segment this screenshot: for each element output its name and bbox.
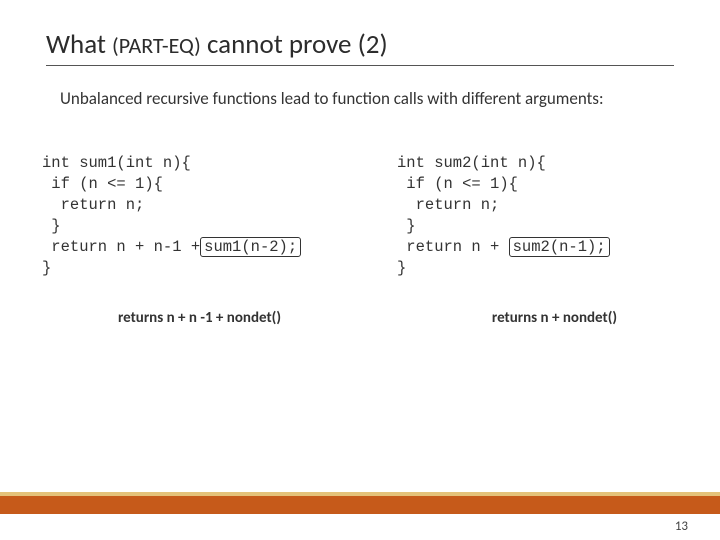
code-right-l1: int sum2(int n){ (397, 154, 546, 172)
code-left-l3: return n; (42, 196, 144, 214)
code-columns: int sum1(int n){ if (n <= 1){ return n; … (42, 153, 712, 279)
title-part-a: What (46, 28, 112, 61)
code-right: int sum2(int n){ if (n <= 1){ return n; … (397, 153, 712, 279)
footer-bar (0, 492, 720, 514)
code-left: int sum1(int n){ if (n <= 1){ return n; … (42, 153, 357, 279)
caption-row: returns n + n -1 + nondet() returns n + … (42, 309, 712, 327)
code-left-l4: } (42, 217, 61, 235)
code-left-boxed-call: sum1(n-2); (200, 237, 301, 257)
code-left-l6: } (42, 259, 51, 277)
caption-right: returns n + nondet() (397, 309, 712, 327)
page-number: 13 (675, 519, 688, 534)
code-left-l2: if (n <= 1){ (42, 175, 163, 193)
slide: What (PART-EQ) cannot prove (2) Unbalanc… (0, 0, 720, 540)
title-part-b: (PART-EQ) (112, 32, 201, 59)
code-right-l4: } (397, 217, 416, 235)
code-right-l6: } (397, 259, 406, 277)
subtitle-text: Unbalanced recursive functions lead to f… (60, 88, 660, 109)
slide-title: What (PART-EQ) cannot prove (2) (46, 28, 674, 66)
code-right-l5a: return n + (397, 238, 509, 256)
code-left-l5a: return n + n-1 + (42, 238, 200, 256)
code-right-boxed-call: sum2(n-1); (509, 237, 610, 257)
code-right-l2: if (n <= 1){ (397, 175, 518, 193)
title-part-c: cannot prove (2) (201, 28, 388, 61)
code-left-l1: int sum1(int n){ (42, 154, 191, 172)
caption-left: returns n + n -1 + nondet() (42, 309, 357, 327)
code-right-l3: return n; (397, 196, 499, 214)
